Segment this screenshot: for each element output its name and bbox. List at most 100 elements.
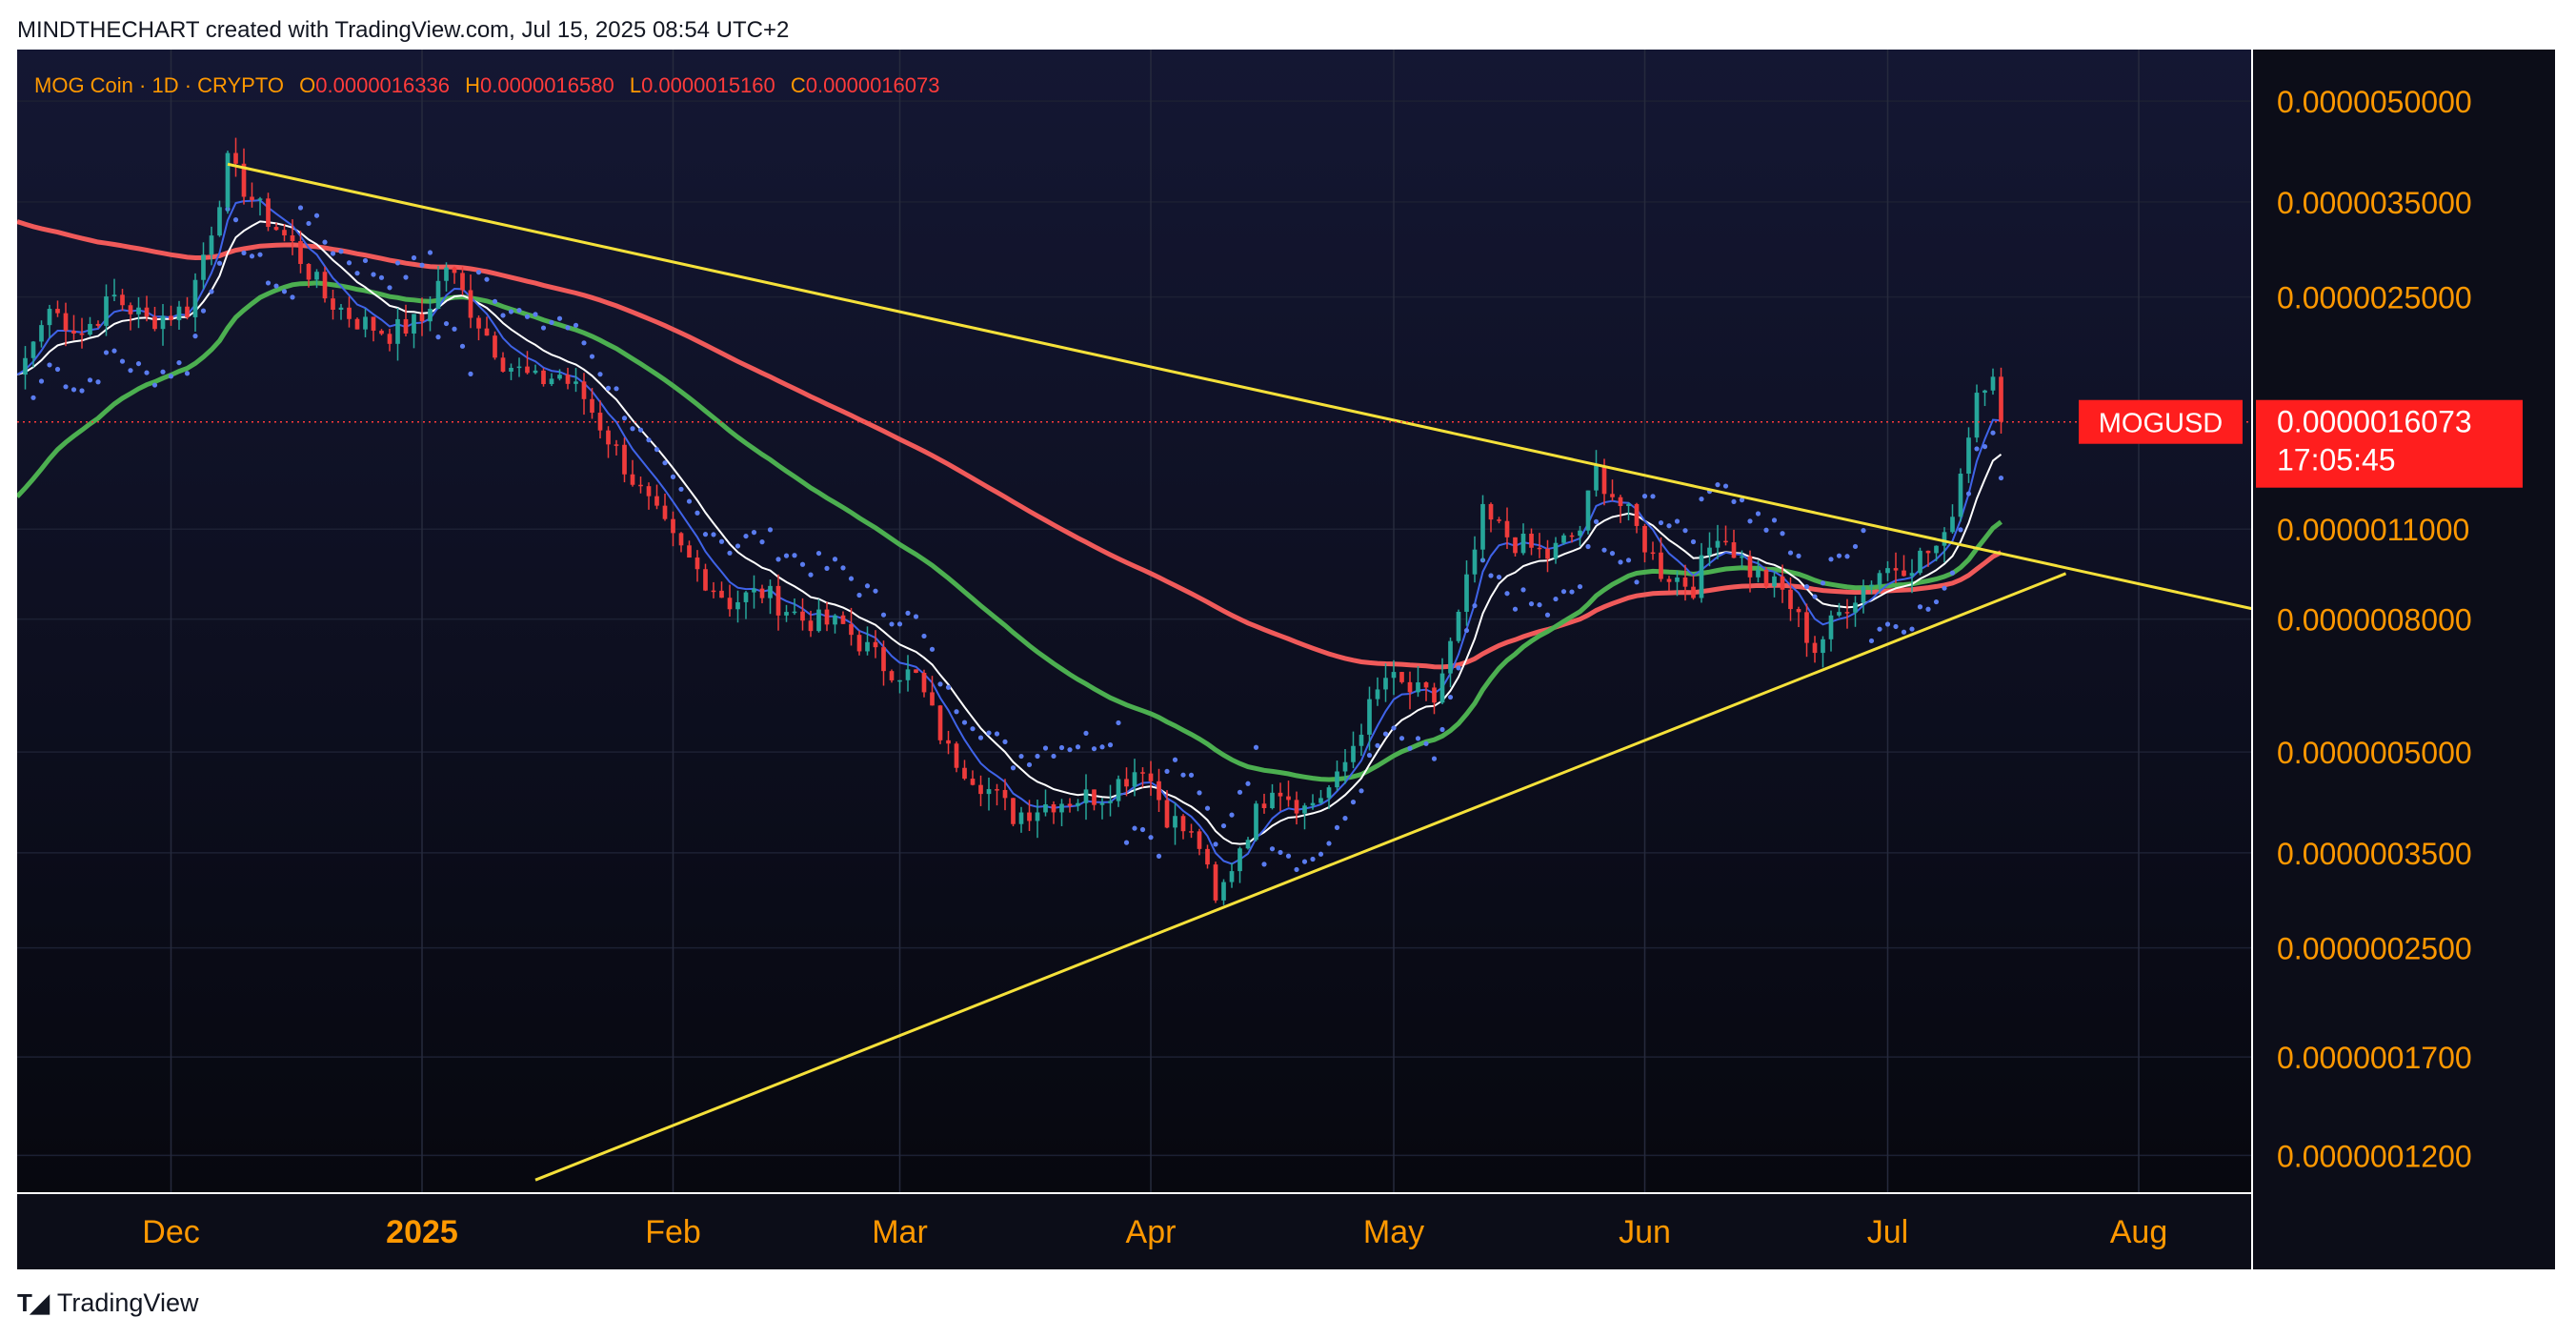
candle-body (849, 623, 854, 636)
x-tick-label: 2025 (386, 1214, 458, 1250)
psar-dot (176, 359, 182, 366)
psar-dot (1674, 518, 1680, 524)
psar-dot (144, 370, 150, 375)
candle-body (1124, 779, 1129, 787)
psar-dot (1318, 851, 1324, 857)
psar-dot (1690, 538, 1697, 545)
psar-dot (832, 557, 838, 562)
candle-body (687, 545, 692, 558)
candle-body (1723, 540, 1728, 543)
candle-body (646, 486, 652, 497)
psar-dot (896, 621, 903, 627)
candle-body (1999, 376, 2003, 422)
candle-body (1286, 796, 1291, 801)
candle-body (1626, 503, 1631, 507)
tradingview-footer[interactable]: T◢ TradingView (17, 1288, 198, 1318)
candle-body (970, 779, 976, 785)
psar-dot (1139, 826, 1146, 833)
psar-dot (1722, 483, 1729, 489)
psar-dot (265, 280, 272, 286)
candle-body (752, 588, 756, 593)
candle-body (1221, 882, 1226, 901)
candle-body (1164, 800, 1170, 828)
candle-body (541, 370, 546, 385)
candle-body (1416, 682, 1420, 693)
psar-dot (1488, 573, 1494, 578)
psar-dot (151, 382, 158, 388)
psar-dot (1949, 570, 1956, 576)
candle-body (185, 306, 190, 317)
candle-body (694, 558, 700, 570)
candle-body (1853, 602, 1858, 613)
candle-body (1529, 534, 1534, 548)
psar-dot (1148, 835, 1154, 841)
x-tick-label: Jun (1619, 1214, 1671, 1250)
psar-dot (630, 426, 635, 432)
tradingview-logo-icon: T◢ (17, 1288, 50, 1317)
candle-body (1682, 577, 1688, 587)
candle-body (735, 601, 740, 610)
psar-dot (565, 325, 571, 331)
candle-body (104, 296, 109, 326)
candle-body (444, 267, 449, 281)
chart-area[interactable]: MOG Coin · 1D · CRYPTO O0.0000016336 H0.… (15, 50, 2555, 1269)
psar-dot (1245, 780, 1251, 786)
psar-dot (1278, 849, 1283, 856)
candle-body (1116, 779, 1121, 801)
psar-dot (1447, 694, 1454, 700)
candle-body (1934, 545, 1939, 554)
candle-body (1173, 816, 1177, 828)
candle-body (1950, 517, 1955, 533)
psar-dot (354, 271, 360, 276)
candle-body (1278, 792, 1283, 797)
candle-body (1448, 640, 1453, 674)
attribution-text: MINDTHECHART created with TradingView.co… (17, 17, 790, 43)
y-tick-label: 0.0000001200 (2277, 1139, 2472, 1173)
psar-dot (216, 260, 223, 266)
candle-body (1610, 494, 1615, 497)
psar-dot (1796, 553, 1801, 558)
candle-body (1318, 798, 1323, 803)
price-chart[interactable]: MOG Coin · 1D · CRYPTO O0.0000016336 H0.… (15, 50, 2555, 1269)
price-axis[interactable]: 0.0000050000 0.0000035000 0.0000025000 0.00… (2277, 85, 2472, 1173)
candle-body (986, 789, 992, 795)
y-tick-label: 0.0000005000 (2277, 736, 2472, 770)
candle-body (1747, 556, 1753, 578)
psar-dot (87, 377, 93, 383)
candle-body (1821, 639, 1825, 654)
candle-body (160, 315, 166, 330)
psar-dot (1763, 527, 1769, 533)
psar-dot (1618, 559, 1623, 565)
candle-body (1788, 589, 1793, 610)
candle-body (1666, 578, 1672, 582)
time-axis[interactable]: Dec 2025 Feb Mar Apr May Jun Jul Aug (142, 1214, 2167, 1250)
candle-body (1763, 569, 1769, 587)
psar-dot (1399, 736, 1405, 741)
legend-high-label: H (465, 73, 480, 97)
candle-body (1213, 864, 1218, 901)
psar-dot (1625, 558, 1632, 563)
candle-body (484, 328, 490, 336)
ticker-text: MOGUSD (2099, 409, 2224, 439)
candle-body (1148, 773, 1154, 781)
candle-body (824, 609, 830, 625)
psar-dot (403, 274, 409, 280)
candle-body (856, 635, 862, 652)
psar-dot (540, 325, 547, 331)
candle-body (840, 615, 846, 624)
psar-dot (79, 388, 85, 394)
psar-dot (1836, 553, 1842, 558)
candle-body (1140, 772, 1145, 774)
psar-dot (1520, 587, 1526, 593)
candle-body (460, 273, 465, 291)
candle-body (1018, 812, 1024, 824)
psar-dot (111, 348, 117, 354)
psar-dot (1893, 623, 1899, 630)
candle-body (111, 294, 117, 297)
candle-body (500, 357, 506, 372)
candle-body (719, 590, 724, 598)
psar-dot (1123, 840, 1130, 845)
psar-dot (30, 395, 36, 400)
candle-body (1982, 390, 1987, 394)
candle-body (428, 309, 433, 322)
